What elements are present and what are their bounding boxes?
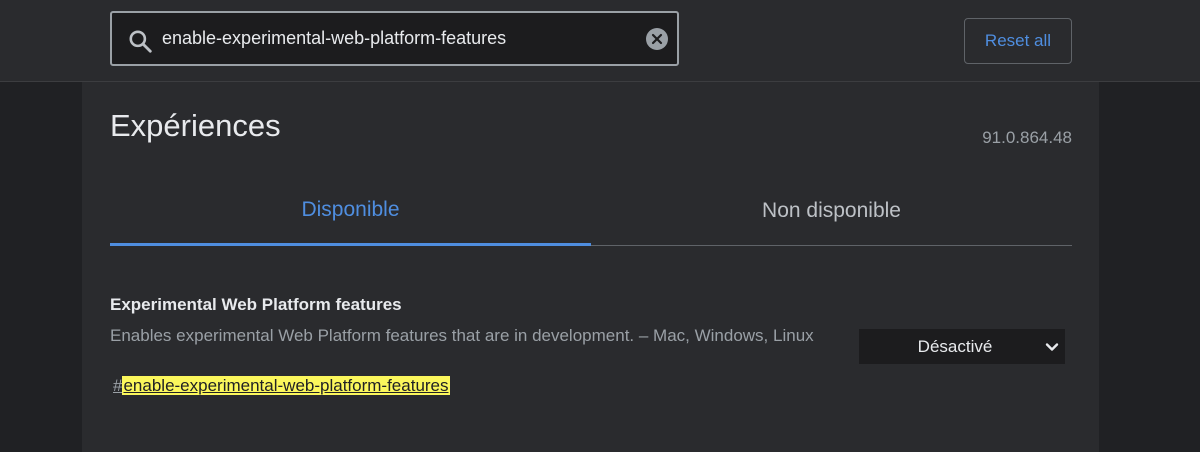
experiment-state-select[interactable]: Désactivé (859, 329, 1065, 364)
tab-unavailable[interactable]: Non disponible (591, 176, 1072, 245)
tab-bar: Disponible Non disponible (110, 176, 1072, 246)
experiment-title: Experimental Web Platform features (110, 295, 402, 314)
experiment-permalink: #enable-experimental-web-platform-featur… (113, 375, 450, 397)
search-input[interactable] (162, 13, 632, 64)
chevron-down-icon (1045, 343, 1059, 351)
tab-available[interactable]: Disponible (110, 176, 591, 246)
version-label: 91.0.864.48 (982, 128, 1072, 147)
search-box[interactable] (110, 11, 679, 66)
search-icon (129, 30, 152, 53)
select-value: Désactivé (917, 336, 993, 356)
clear-icon[interactable] (646, 28, 668, 50)
top-bar: Reset all (0, 0, 1200, 82)
experiment-description: Enables experimental Web Platform featur… (110, 326, 814, 345)
reset-all-button[interactable]: Reset all (964, 18, 1072, 64)
experiment-link[interactable]: enable-experimental-web-platform-feature… (122, 376, 450, 395)
page-title: Expériences (110, 108, 281, 143)
